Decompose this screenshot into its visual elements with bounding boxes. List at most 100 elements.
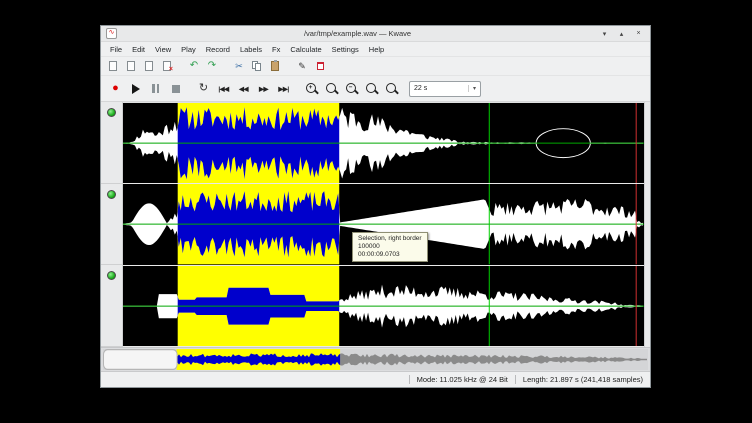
- pause-button[interactable]: [147, 80, 164, 97]
- track3-controls: [101, 265, 122, 347]
- menu-help[interactable]: Help: [364, 44, 389, 55]
- close-file-icon: ×: [163, 61, 171, 71]
- window-title: /var/tmp/example.wav — Kwave: [121, 29, 594, 38]
- pause-icon: [152, 84, 159, 93]
- play-icon: [132, 84, 140, 94]
- toolbar-separator: [223, 66, 228, 67]
- close-file-button[interactable]: ×: [160, 59, 174, 73]
- new-file-button[interactable]: [106, 59, 120, 73]
- statusbar: Mode: 11.025 kHz @ 24 Bit Length: 21.897…: [101, 371, 650, 387]
- goto-end-button[interactable]: ▶▶|: [275, 80, 292, 97]
- track3-enabled-led[interactable]: [107, 271, 116, 280]
- menu-calculate[interactable]: Calculate: [285, 44, 326, 55]
- undo-icon: ↶: [190, 61, 198, 71]
- delete-button[interactable]: [313, 59, 327, 73]
- save-file-icon: [145, 61, 153, 71]
- signal-area: Selection, right border 100000 00:00:09.…: [101, 102, 650, 347]
- toolbar-separator: [178, 66, 183, 67]
- minimize-button[interactable]: ▾: [598, 30, 611, 38]
- chevron-down-icon: ▾: [468, 85, 480, 92]
- zoom-previous-button[interactable]: [363, 80, 380, 97]
- toolbar-separator: [187, 88, 192, 89]
- track-3-waveform[interactable]: [123, 266, 644, 347]
- zoom-all-button[interactable]: [383, 80, 400, 97]
- copy-button[interactable]: [250, 59, 264, 73]
- selection-tooltip: Selection, right border 100000 00:00:09.…: [352, 232, 428, 262]
- zoom-selection-button[interactable]: [323, 80, 340, 97]
- status-length: Length: 21.897 s (241,418 samples): [523, 375, 643, 384]
- maximize-button[interactable]: ▴: [615, 30, 628, 38]
- zoom-level-combobox[interactable]: 22 s ▾: [409, 81, 481, 97]
- tooltip-sample-position: 100000: [358, 243, 422, 251]
- save-file-button[interactable]: [142, 59, 156, 73]
- redo-button[interactable]: ↷: [205, 59, 219, 73]
- zoom-all-icon: [385, 82, 399, 96]
- zoom-level-value: 22 s: [410, 85, 468, 92]
- track1-enabled-led[interactable]: [107, 108, 116, 117]
- close-mark-icon: ×: [169, 66, 173, 73]
- status-mode: Mode: 11.025 kHz @ 24 Bit: [417, 375, 508, 384]
- zoom-selection-icon: [325, 82, 339, 96]
- menu-record[interactable]: Record: [201, 44, 235, 55]
- zoom-out-button[interactable]: −: [343, 80, 360, 97]
- pencil-icon: ✎: [298, 62, 306, 71]
- skip-back-icon: |◀◀: [218, 85, 228, 93]
- overview-bar[interactable]: [101, 347, 650, 371]
- zoom-in-button[interactable]: +: [303, 80, 320, 97]
- waveform-view[interactable]: Selection, right border 100000 00:00:09.…: [123, 102, 644, 347]
- close-button[interactable]: ×: [632, 30, 645, 37]
- titlebar[interactable]: ∿ /var/tmp/example.wav — Kwave ▾ ▴ ×: [101, 26, 650, 42]
- seek-back-icon: ◀◀: [239, 85, 248, 93]
- status-separator: [515, 375, 516, 384]
- playback-toolbar: ● ↻ |◀◀ ◀◀ ▶▶ ▶▶| + − 22 s ▾: [101, 75, 650, 102]
- open-file-button[interactable]: [124, 59, 138, 73]
- seek-forward-icon: ▶▶: [259, 85, 268, 93]
- undo-button[interactable]: ↶: [187, 59, 201, 73]
- redo-icon: ↷: [208, 61, 216, 71]
- paste-button[interactable]: [268, 59, 282, 73]
- track2-enabled-led[interactable]: [107, 190, 116, 199]
- zoom-in-icon: +: [305, 82, 319, 96]
- forward-button[interactable]: ▶▶: [255, 80, 272, 97]
- paste-icon: [271, 61, 279, 71]
- track2-controls: [101, 184, 122, 266]
- menu-edit[interactable]: Edit: [127, 44, 150, 55]
- play-button[interactable]: [127, 80, 144, 97]
- copy-icon: [252, 61, 263, 72]
- desktop-background: ∿ /var/tmp/example.wav — Kwave ▾ ▴ × Fil…: [0, 0, 752, 423]
- menu-file[interactable]: File: [105, 44, 127, 55]
- stop-button[interactable]: [167, 80, 184, 97]
- toolbar-separator: [286, 66, 291, 67]
- kwave-window: ∿ /var/tmp/example.wav — Kwave ▾ ▴ × Fil…: [100, 25, 651, 388]
- zoom-out-icon: −: [345, 82, 359, 96]
- menu-settings[interactable]: Settings: [327, 44, 364, 55]
- loop-button[interactable]: ↻: [195, 80, 212, 97]
- menu-view[interactable]: View: [150, 44, 176, 55]
- loop-icon: ↻: [199, 84, 208, 93]
- cut-icon: ✂: [235, 62, 243, 71]
- status-separator: [409, 375, 410, 384]
- trash-icon: [317, 62, 324, 70]
- menu-labels[interactable]: Labels: [235, 44, 267, 55]
- toolbar-separator: [295, 88, 300, 89]
- edit-button[interactable]: ✎: [295, 59, 309, 73]
- menubar: File Edit View Play Record Labels Fx Cal…: [101, 42, 650, 56]
- new-file-icon: [109, 61, 117, 71]
- track-1-waveform[interactable]: [123, 103, 644, 184]
- skip-forward-icon: ▶▶|: [278, 85, 288, 93]
- vertical-scrollbar[interactable]: [644, 102, 650, 347]
- record-icon: ●: [112, 83, 119, 94]
- open-file-icon: [127, 61, 135, 71]
- rewind-button[interactable]: ◀◀: [235, 80, 252, 97]
- record-button[interactable]: ●: [107, 80, 124, 97]
- goto-start-button[interactable]: |◀◀: [215, 80, 232, 97]
- menu-fx[interactable]: Fx: [267, 44, 285, 55]
- track1-controls: [101, 102, 122, 184]
- file-toolbar: × ↶ ↷ ✂ ✎: [101, 56, 650, 75]
- zoom-previous-icon: [365, 82, 379, 96]
- cut-button[interactable]: ✂: [232, 59, 246, 73]
- menu-play[interactable]: Play: [176, 44, 201, 55]
- tooltip-time-position: 00:00:09.0703: [358, 251, 422, 259]
- tooltip-text: Selection, right border: [358, 235, 422, 243]
- kwave-app-icon: ∿: [106, 28, 117, 39]
